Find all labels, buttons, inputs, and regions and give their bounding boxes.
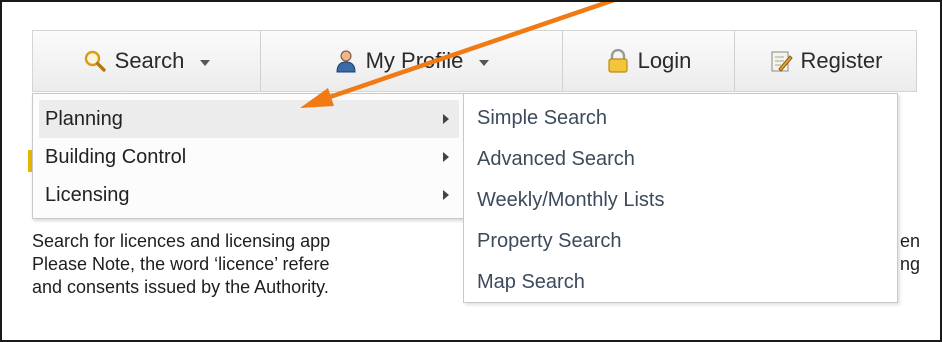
screenshot-frame: Search for licences and licensing app Pl… <box>0 0 942 342</box>
annotation-arrow <box>300 2 616 108</box>
